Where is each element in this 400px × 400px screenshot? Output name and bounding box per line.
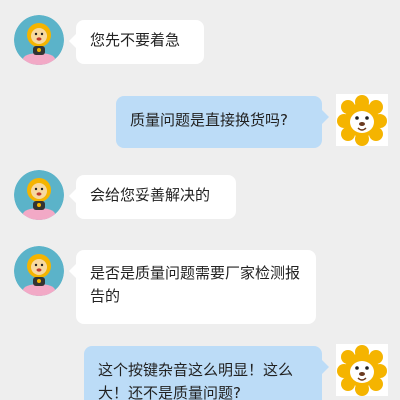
message-text: 质量问题是直接换货吗? [130,111,288,129]
message-bubble[interactable]: 质量问题是直接换货吗? [116,96,329,148]
bubble-tail [322,110,329,124]
bubble-tail [69,34,76,48]
message-bubble[interactable]: 这个按键杂音这么明显！这么大！还不是质量问题? [84,346,329,400]
user-avatar-icon[interactable] [336,344,388,396]
bubble-tail [69,189,76,203]
user-avatar-icon[interactable] [336,94,388,146]
message-bubble[interactable]: 您先不要着急 [69,20,204,64]
message-bubble[interactable]: 是否是质量问题需要厂家检测报告的 [69,250,316,324]
message-bubble[interactable]: 会给您妥善解决的 [69,175,236,219]
message-text: 是否是质量问题需要厂家检测报告的 [90,264,301,305]
message-text: 这个按键杂音这么明显！这么大！还不是质量问题? [98,361,294,400]
chat-window: 您先不要着急 质量问题是直接换货吗? 会给您妥善解决的 是否是质量问题需要厂家检… [0,0,400,400]
message-text: 会给您妥善解决的 [90,186,211,204]
message-text: 您先不要着急 [90,31,181,49]
bubble-tail [69,264,76,278]
agent-avatar-icon[interactable] [14,246,64,296]
bubble-tail [322,360,329,374]
agent-avatar-icon[interactable] [14,170,64,220]
agent-avatar-icon[interactable] [14,15,64,65]
